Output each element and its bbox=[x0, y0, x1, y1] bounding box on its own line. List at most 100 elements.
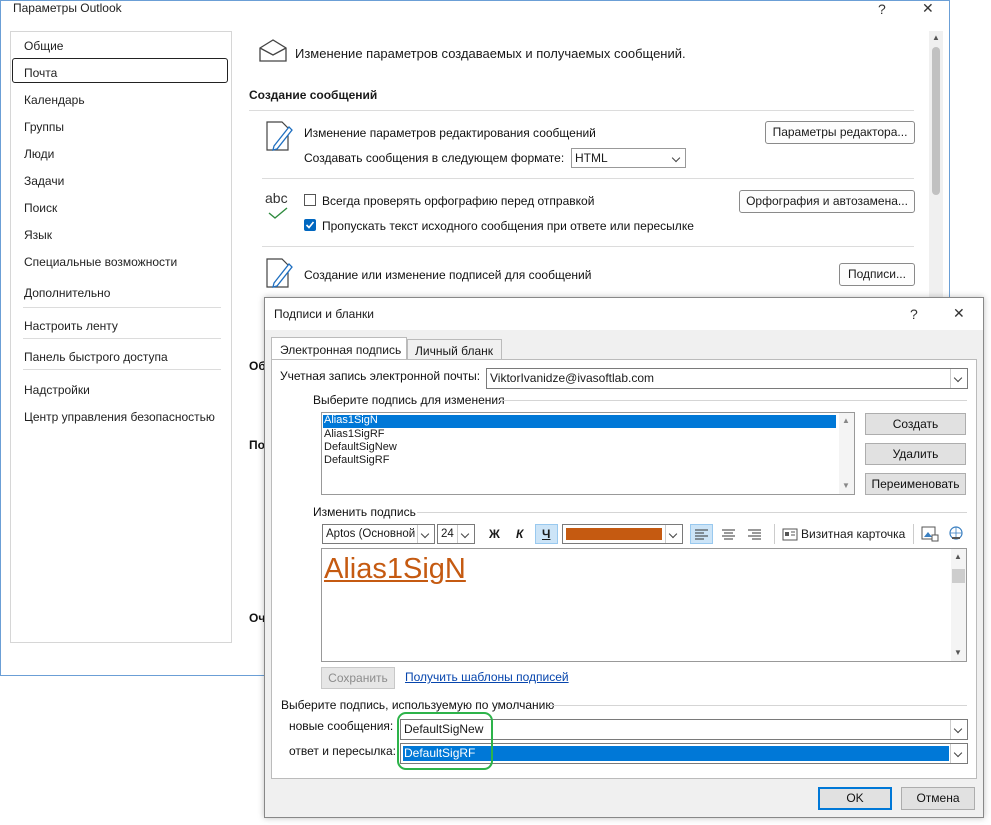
toolbar-divider bbox=[774, 524, 775, 544]
hyperlink-icon[interactable] bbox=[946, 525, 966, 543]
font-select[interactable]: Aptos (Основной bbox=[322, 524, 435, 544]
editor-scrollbar[interactable]: ▲ ▼ bbox=[951, 549, 966, 661]
message-format-select[interactable]: HTML bbox=[571, 148, 686, 168]
create-signature-button[interactable]: Создать bbox=[865, 413, 966, 435]
scroll-up-icon[interactable]: ▲ bbox=[842, 416, 850, 425]
scroll-down-icon[interactable]: ▼ bbox=[954, 648, 962, 657]
group-line bbox=[417, 512, 967, 513]
help-button[interactable]: ? bbox=[878, 1, 886, 17]
partial-section-label: Оч bbox=[249, 611, 266, 625]
section-divider bbox=[249, 110, 914, 111]
align-center-icon[interactable] bbox=[718, 525, 739, 543]
window-title: Параметры Outlook bbox=[13, 1, 122, 15]
nav-item-quick-access[interactable]: Панель быстрого доступа bbox=[24, 350, 168, 364]
tab-label: Электронная подпись bbox=[280, 343, 402, 357]
compose-section-title: Создание сообщений bbox=[249, 88, 378, 102]
nav-item-advanced[interactable]: Дополнительно bbox=[24, 286, 110, 300]
envelope-icon bbox=[259, 39, 287, 62]
dialog-help-button[interactable]: ? bbox=[910, 306, 918, 322]
rename-signature-button[interactable]: Переименовать bbox=[865, 473, 966, 495]
save-signature-button[interactable]: Сохранить bbox=[321, 667, 395, 689]
nav-item-people[interactable]: Люди bbox=[24, 147, 54, 161]
nav-item-search[interactable]: Поиск bbox=[24, 201, 57, 215]
nav-item-customize-ribbon[interactable]: Настроить ленту bbox=[24, 319, 118, 333]
new-messages-label: новые сообщения: bbox=[289, 719, 394, 733]
font-value: Aptos (Основной bbox=[326, 528, 416, 540]
message-format-label: Создавать сообщения в следующем формате: bbox=[304, 151, 565, 165]
default-signature-label: Выберите подпись, используемую по умолча… bbox=[281, 698, 555, 712]
align-left-button[interactable] bbox=[690, 524, 713, 544]
italic-button[interactable]: К bbox=[516, 527, 523, 541]
list-item[interactable]: Alias1SigN bbox=[324, 414, 378, 427]
mail-header-text: Изменение параметров создаваемых и получ… bbox=[295, 46, 686, 61]
spell-check-checkbox[interactable] bbox=[304, 194, 316, 206]
edit-signature-label: Изменить подпись bbox=[313, 505, 416, 519]
font-color-select[interactable] bbox=[562, 524, 683, 544]
align-left-icon bbox=[695, 529, 708, 540]
account-label: Учетная запись электронной почты: bbox=[280, 369, 481, 383]
chevron-down-icon bbox=[457, 525, 474, 543]
nav-selection-highlight bbox=[12, 58, 228, 83]
insert-picture-icon[interactable] bbox=[920, 525, 940, 543]
get-templates-link[interactable]: Получить шаблоны подписей bbox=[405, 670, 569, 684]
chevron-down-icon bbox=[417, 525, 434, 543]
nav-item-addins[interactable]: Надстройки bbox=[24, 383, 90, 397]
section-divider bbox=[262, 246, 914, 247]
nav-item-trust-center[interactable]: Центр управления безопасностью bbox=[24, 410, 215, 424]
list-scrollbar[interactable]: ▲ ▼ bbox=[839, 413, 854, 494]
spelling-autocorrect-button[interactable]: Орфография и автозамена... bbox=[739, 190, 915, 213]
signature-editor[interactable]: Alias1SigN ▲ ▼ bbox=[321, 548, 967, 662]
size-value: 24 bbox=[441, 528, 454, 540]
bold-button[interactable]: Ж bbox=[489, 527, 500, 541]
align-right-icon[interactable] bbox=[744, 525, 765, 543]
scrollbar-thumb[interactable] bbox=[932, 47, 940, 195]
tab-personal-stationery[interactable]: Личный бланк bbox=[407, 339, 502, 360]
nav-item-groups[interactable]: Группы bbox=[24, 120, 64, 134]
dialog-close-button[interactable]: ✕ bbox=[953, 305, 965, 322]
select-signature-label: Выберите подпись для изменения bbox=[313, 393, 505, 407]
business-card-label: Визитная карточка bbox=[801, 527, 906, 541]
size-select[interactable]: 24 bbox=[437, 524, 475, 544]
ok-button[interactable]: OK bbox=[818, 787, 892, 810]
list-item[interactable]: DefaultSigRF bbox=[324, 454, 389, 467]
tab-label: Личный бланк bbox=[415, 344, 494, 358]
tab-email-signature[interactable]: Электронная подпись bbox=[271, 337, 407, 360]
business-card-icon bbox=[782, 528, 798, 541]
account-select[interactable]: ViktorIvanidze@ivasoftlab.com bbox=[486, 368, 968, 389]
scroll-up-icon[interactable]: ▲ bbox=[932, 33, 940, 42]
message-format-value: HTML bbox=[575, 151, 608, 165]
nav-item-accessibility[interactable]: Специальные возможности bbox=[24, 255, 177, 269]
dialog-title: Подписи и бланки bbox=[274, 307, 374, 321]
scroll-down-icon[interactable]: ▼ bbox=[842, 481, 850, 490]
delete-signature-button[interactable]: Удалить bbox=[865, 443, 966, 465]
editor-options-button[interactable]: Параметры редактора... bbox=[765, 121, 915, 144]
checkmark-icon bbox=[268, 207, 288, 219]
options-nav: Общие Почта Календарь Группы Люди Задачи… bbox=[10, 31, 232, 643]
spelling-abc-label: abc bbox=[265, 190, 288, 206]
underline-button[interactable]: Ч bbox=[535, 524, 558, 544]
signatures-button[interactable]: Подписи... bbox=[839, 263, 915, 286]
signature-text[interactable]: Alias1SigN bbox=[324, 552, 466, 586]
underline-label: Ч bbox=[542, 527, 551, 541]
list-selection bbox=[323, 415, 836, 428]
signatures-dialog: Подписи и бланки ? ✕ Электронная подпись… bbox=[264, 297, 984, 818]
nav-item-tasks[interactable]: Задачи bbox=[24, 174, 64, 188]
check-icon bbox=[305, 221, 315, 229]
toolbar-divider bbox=[913, 524, 914, 544]
cancel-button[interactable]: Отмена bbox=[901, 787, 975, 810]
chevron-down-icon bbox=[665, 525, 682, 543]
skip-original-checkbox[interactable] bbox=[304, 219, 316, 231]
font-color-swatch bbox=[566, 528, 662, 540]
spell-check-label: Всегда проверять орфографию перед отправ… bbox=[322, 194, 595, 208]
nav-item-language[interactable]: Язык bbox=[24, 228, 52, 242]
list-item[interactable]: DefaultSigNew bbox=[324, 441, 397, 454]
signature-list[interactable]: Alias1SigN Alias1SigRF DefaultSigNew Def… bbox=[321, 412, 855, 495]
close-button[interactable]: ✕ bbox=[922, 0, 934, 17]
nav-item-general[interactable]: Общие bbox=[24, 39, 63, 53]
business-card-button[interactable]: Визитная карточка bbox=[782, 526, 920, 544]
scroll-up-icon[interactable]: ▲ bbox=[954, 552, 962, 561]
scrollbar-thumb[interactable] bbox=[952, 569, 965, 583]
nav-item-calendar[interactable]: Календарь bbox=[24, 93, 85, 107]
chevron-down-icon bbox=[950, 744, 967, 763]
list-item[interactable]: Alias1SigRF bbox=[324, 428, 385, 441]
